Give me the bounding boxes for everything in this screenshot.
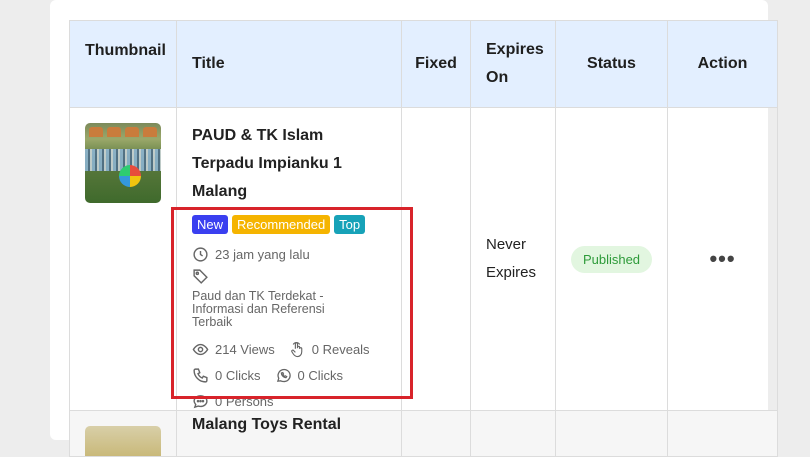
header-fixed: Fixed	[401, 20, 471, 108]
thumbnail-cell	[69, 107, 177, 411]
expires-cell	[470, 410, 556, 457]
action-cell: •••	[667, 107, 778, 411]
thumbnail-cell	[69, 410, 177, 457]
listing-title[interactable]: Malang Toys Rental	[192, 415, 401, 435]
views-count: 214 Views	[215, 342, 275, 357]
action-cell	[667, 410, 778, 457]
phone-icon	[193, 368, 208, 383]
posted-time: 23 jam yang lalu	[192, 244, 386, 264]
reveals-count: 0 Reveals	[311, 342, 370, 357]
phone-clicks-stat: 0 Clicks	[192, 367, 261, 384]
header-action: Action	[667, 20, 778, 108]
chat-bubble-icon	[193, 395, 208, 409]
table-header-row: Thumbnail Title Fixed Expires On Status …	[69, 20, 778, 108]
persons-stat: 0 Persons	[192, 393, 274, 410]
badge-top: Top	[334, 215, 366, 234]
fixed-cell	[401, 410, 471, 457]
whatsapp-clicks-stat: 0 Clicks	[275, 367, 344, 384]
table-row: Malang Toys Rental	[69, 410, 778, 457]
header-expires: Expires On	[470, 20, 556, 108]
header-status: Status	[555, 20, 668, 108]
listing-tags: Paud dan TK Terdekat - Informasi dan Ref…	[192, 268, 386, 329]
badge-group: New Recommended Top	[192, 215, 386, 234]
whatsapp-clicks-count: 0 Clicks	[297, 368, 344, 383]
phone-clicks-count: 0 Clicks	[215, 368, 261, 383]
status-cell: Published	[555, 107, 668, 411]
eye-icon	[192, 343, 209, 356]
posted-time-text: 23 jam yang lalu	[215, 246, 310, 262]
listing-stats: 214 Views 0 Reveals 0 Clicks 0 Clicks 0 …	[192, 341, 386, 410]
status-cell	[555, 410, 668, 457]
listing-thumbnail[interactable]	[85, 123, 161, 203]
status-badge: Published	[570, 245, 653, 273]
badge-recommended: Recommended	[232, 215, 331, 234]
reveals-stat: 0 Reveals	[289, 341, 370, 358]
badge-new: New	[192, 215, 229, 234]
header-title: Title	[176, 20, 402, 108]
persons-count: 0 Persons	[215, 394, 274, 409]
clock-icon	[193, 246, 208, 262]
tag-link[interactable]: Paud dan TK Terdekat - Informasi dan Ref…	[192, 290, 352, 329]
listing-thumbnail[interactable]	[85, 426, 161, 456]
table-row: PAUD & TK Islam Terpadu Impianku 1 Malan…	[69, 107, 778, 411]
title-cell: Malang Toys Rental	[176, 410, 402, 457]
listing-meta: 23 jam yang lalu Paud dan TK Terdekat - …	[192, 244, 386, 410]
tag-icon	[193, 269, 208, 284]
title-cell: PAUD & TK Islam Terpadu Impianku 1 Malan…	[176, 107, 402, 411]
whatsapp-icon	[276, 368, 291, 383]
hand-pointer-icon	[290, 341, 303, 358]
header-thumbnail: Thumbnail	[69, 20, 177, 108]
listing-title[interactable]: PAUD & TK Islam Terpadu Impianku 1 Malan…	[192, 122, 386, 206]
expires-text: Never Expires	[486, 236, 537, 281]
listings-table: Thumbnail Title Fixed Expires On Status …	[69, 20, 778, 457]
fixed-cell	[401, 107, 471, 411]
expires-cell: Never Expires	[470, 107, 556, 411]
views-stat: 214 Views	[192, 341, 275, 358]
more-actions-icon[interactable]: •••	[709, 246, 735, 271]
